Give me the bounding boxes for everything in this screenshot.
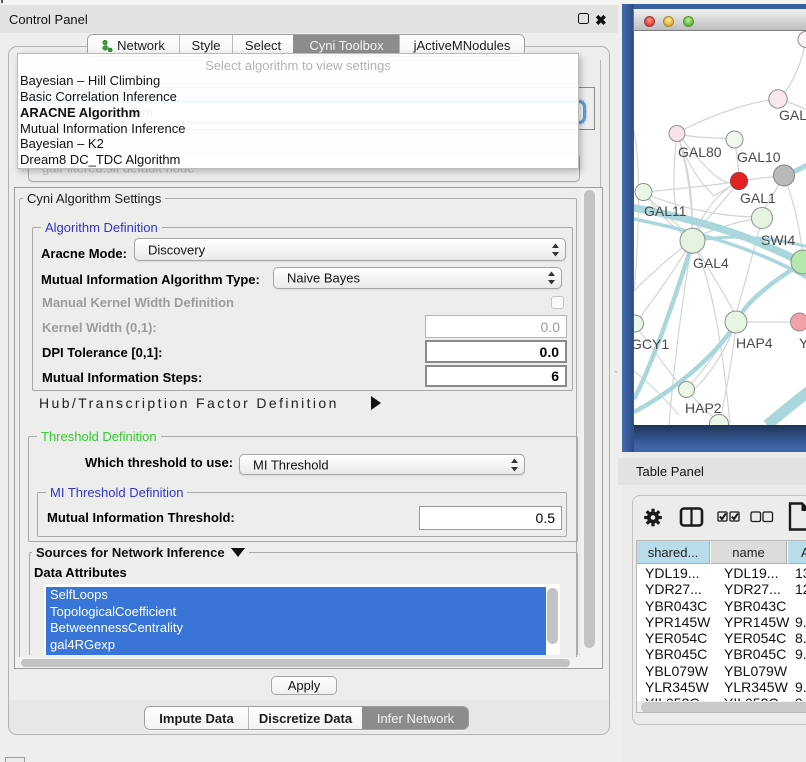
svg-text:GAL: GAL: [779, 107, 806, 123]
svg-text:GAL80: GAL80: [678, 144, 722, 160]
svg-text:GAL4: GAL4: [693, 255, 729, 271]
svg-text:GAL1: GAL1: [740, 190, 776, 206]
svg-text:GCY1: GCY1: [634, 336, 669, 352]
svg-text:HAP2: HAP2: [685, 400, 722, 416]
svg-text:HAP4: HAP4: [736, 335, 773, 351]
svg-text:Y: Y: [799, 335, 806, 351]
svg-text:SWI4: SWI4: [761, 232, 795, 248]
svg-text:GAL10: GAL10: [737, 149, 781, 165]
svg-text:GAL11: GAL11: [644, 203, 687, 219]
